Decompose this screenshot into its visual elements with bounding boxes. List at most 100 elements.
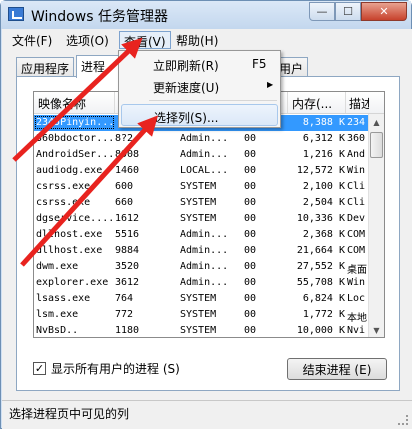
table-cell: csrss.exe bbox=[36, 197, 91, 208]
table-cell: 00 bbox=[244, 181, 257, 192]
scroll-thumb[interactable] bbox=[370, 132, 383, 158]
update-speed-label: 更新速度(U) bbox=[153, 81, 220, 95]
table-cell: dgservice.... bbox=[36, 213, 113, 224]
table-cell: SYSTEM bbox=[180, 325, 217, 336]
table-cell: SYSTEM bbox=[180, 213, 217, 224]
menu-select-columns[interactable]: 选择列(S)... bbox=[121, 104, 278, 126]
task-manager-icon bbox=[8, 7, 24, 21]
tab-applications[interactable]: 应用程序 bbox=[16, 57, 75, 77]
column-description[interactable]: 描述 bbox=[349, 95, 369, 112]
table-cell: dwm.exe bbox=[36, 261, 79, 272]
table-cell: 00 bbox=[244, 245, 257, 256]
table-cell: 00 bbox=[244, 197, 257, 208]
table-cell: 600 bbox=[115, 181, 134, 192]
table-cell: explorer.exe bbox=[36, 277, 109, 288]
table-row[interactable]: dllhost.exe 5516 Admin... 00 2,368 K COM bbox=[34, 227, 368, 243]
table-cell: 55,708 K bbox=[296, 277, 345, 288]
table-cell: 8908 bbox=[115, 149, 140, 160]
column-divider[interactable] bbox=[345, 92, 346, 113]
table-cell: 2,504 K bbox=[302, 197, 345, 208]
column-divider[interactable] bbox=[287, 92, 288, 113]
maximize-button[interactable]: ☐ bbox=[335, 2, 361, 21]
show-all-users-option[interactable]: ✓ 显示所有用户的进程 (S) bbox=[33, 360, 180, 377]
table-cell: 12,572 K bbox=[296, 165, 345, 176]
end-process-button[interactable]: 结束进程 (E) bbox=[287, 358, 387, 380]
table-row[interactable]: dgservice.... 1612 SYSTEM 00 10,336 K Dev bbox=[34, 211, 368, 227]
table-cell: 9884 bbox=[115, 245, 140, 256]
table-cell: 6,312 K bbox=[302, 133, 345, 144]
table-row[interactable]: NvBsD.. 1180 SYSTEM 00 10,000 K Nvi bbox=[34, 323, 368, 337]
table-cell: 00 bbox=[244, 229, 257, 240]
close-button[interactable]: ✕ bbox=[361, 2, 407, 21]
table-cell: 00 bbox=[244, 325, 257, 336]
menu-update-speed[interactable]: 更新速度(U) ▶ bbox=[121, 75, 278, 97]
table-cell: 8,388 K bbox=[302, 117, 345, 128]
table-cell: 10,336 K bbox=[296, 213, 345, 224]
table-cell: lsm.exe bbox=[36, 309, 79, 320]
table-cell: 00 bbox=[244, 165, 257, 176]
column-divider[interactable] bbox=[114, 92, 115, 113]
refresh-shortcut: F5 bbox=[252, 57, 267, 71]
table-cell: LOCAL... bbox=[180, 165, 229, 176]
table-cell: Admin... bbox=[180, 149, 229, 160]
table-row[interactable]: lsm.exe 772 SYSTEM 00 1,772 K 本地 bbox=[34, 307, 368, 324]
menu-refresh-now[interactable]: 立即刷新(R) F5 bbox=[121, 53, 278, 75]
table-cell: SYSTEM bbox=[180, 293, 217, 304]
table-cell: 21,664 K bbox=[296, 245, 345, 256]
table-cell: 00 bbox=[244, 213, 257, 224]
table-cell: 360bdoctor... bbox=[36, 133, 113, 144]
table-cell: 1,216 K bbox=[302, 149, 345, 160]
menu-file[interactable]: 文件(F) bbox=[8, 31, 56, 49]
table-cell: 00 bbox=[244, 277, 257, 288]
table-cell: 2,100 K bbox=[302, 181, 345, 192]
table-cell: Admin... bbox=[180, 245, 229, 256]
show-all-users-checkbox[interactable]: ✓ bbox=[33, 362, 46, 375]
table-cell: 00 bbox=[244, 149, 257, 160]
column-memory[interactable]: 内存(... bbox=[292, 95, 344, 112]
table-row[interactable]: dllhost.exe 9884 Admin... 00 21,664 K COM bbox=[34, 243, 368, 259]
menu-bar: 文件(F) 选项(O) 查看(V) 帮助(H) bbox=[2, 29, 412, 51]
view-menu-dropdown: 立即刷新(R) F5 更新速度(U) ▶ 选择列(S)... bbox=[118, 50, 281, 128]
select-columns-label: 选择列(S)... bbox=[154, 111, 219, 125]
table-cell: Admin... bbox=[180, 261, 229, 272]
table-cell: dllhost.exe bbox=[36, 229, 103, 240]
table-row[interactable]: 360bdoctor... 8?2 Admin... 00 6,312 K 360 bbox=[34, 131, 368, 147]
table-cell: 00 bbox=[244, 261, 257, 272]
table-row[interactable]: audiodg.exe 1460 LOCAL... 00 12,572 K Win bbox=[34, 163, 368, 179]
table-cell: Admin... bbox=[180, 133, 229, 144]
minimize-button[interactable]: — bbox=[309, 2, 335, 21]
table-cell: 00 bbox=[244, 293, 257, 304]
table-cell: 3612 bbox=[115, 277, 140, 288]
column-image-name[interactable]: 映像名称 bbox=[38, 95, 113, 112]
table-cell: 1612 bbox=[115, 213, 140, 224]
menu-view[interactable]: 查看(V) bbox=[119, 31, 171, 49]
table-cell: SYSTEM bbox=[180, 197, 217, 208]
table-cell: 772 bbox=[115, 309, 134, 320]
table-cell: 6,824 K bbox=[302, 293, 345, 304]
refresh-now-label: 立即刷新(R) bbox=[153, 59, 219, 73]
table-cell: 00 bbox=[244, 309, 257, 320]
table-cell: 1460 bbox=[115, 165, 140, 176]
table-cell: Admin... bbox=[180, 277, 229, 288]
menu-help[interactable]: 帮助(H) bbox=[172, 31, 222, 49]
table-row[interactable]: AndroidSer... 8908 Admin... 00 1,216 K And bbox=[34, 147, 368, 163]
process-list[interactable]: 映像名称 内存(... 描述 2345Pinyin...8,388 K23436… bbox=[33, 91, 385, 338]
table-cell: 764 bbox=[115, 293, 134, 304]
table-cell: 00 bbox=[244, 133, 257, 144]
table-cell: 27,552 K bbox=[296, 261, 345, 272]
menu-options[interactable]: 选项(O) bbox=[62, 31, 113, 49]
process-rows: 2345Pinyin... 8,388 K 234 360bdoctor... 8?2 A… bbox=[34, 115, 368, 337]
resize-grip-icon[interactable] bbox=[398, 415, 408, 425]
table-cell: 10,000 K bbox=[296, 325, 345, 336]
table-row[interactable]: dwm.exe 3520 Admin... 00 27,552 K 桌面 bbox=[34, 259, 368, 276]
scroll-up-icon[interactable]: ▲ bbox=[369, 114, 384, 130]
scroll-down-icon[interactable]: ▼ bbox=[369, 322, 384, 337]
table-row[interactable]: csrss.exe 600 SYSTEM 00 2,100 K Cli bbox=[34, 179, 368, 195]
table-row[interactable]: csrss.exe 660 SYSTEM 00 2,504 K Cli bbox=[34, 195, 368, 211]
menu-separator bbox=[149, 100, 277, 101]
table-row[interactable]: explorer.exe 3612 Admin... 00 55,708 K Win bbox=[34, 275, 368, 291]
table-cell: 1,772 K bbox=[302, 309, 345, 320]
table-row[interactable]: lsass.exe 764 SYSTEM 00 6,824 K Loc bbox=[34, 291, 368, 307]
vertical-scrollbar[interactable]: ▲ ▼ bbox=[368, 114, 384, 337]
table-cell: SYSTEM bbox=[180, 309, 217, 320]
